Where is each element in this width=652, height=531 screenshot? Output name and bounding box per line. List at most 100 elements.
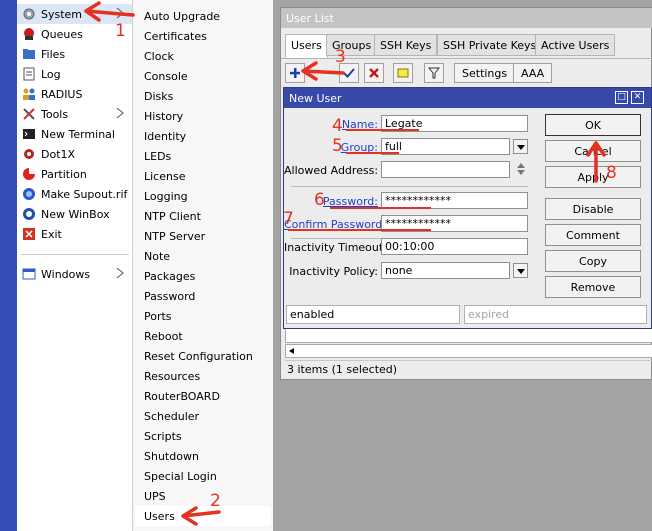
submenu-item-ntp-server[interactable]: NTP Server <box>135 226 271 246</box>
submenu-item-auto-upgrade[interactable]: Auto Upgrade <box>135 6 271 26</box>
tab-ssh-private-keys[interactable]: SSH Private Keys <box>437 34 543 56</box>
tab-groups[interactable]: Groups <box>326 34 378 56</box>
settings-button[interactable]: Settings <box>454 63 516 83</box>
submenu-item-ups[interactable]: UPS <box>135 486 271 506</box>
new-user-title[interactable]: New User <box>284 88 651 108</box>
submenu-item-shutdown[interactable]: Shutdown <box>135 446 271 466</box>
add-button[interactable] <box>285 63 305 83</box>
submenu-arrow-icon <box>116 267 124 279</box>
submenu-item-special-login[interactable]: Special Login <box>135 466 271 486</box>
window-icon <box>22 267 36 281</box>
submenu-item-ntp-client[interactable]: NTP Client <box>135 206 271 226</box>
ok-button[interactable]: OK <box>545 114 641 136</box>
submenu-item-routerboard[interactable]: RouterBOARD <box>135 386 271 406</box>
log-icon <box>22 67 36 81</box>
remove-button[interactable]: Remove <box>545 276 641 298</box>
submenu-item-identity[interactable]: Identity <box>135 126 271 146</box>
menu-separator <box>21 254 129 255</box>
add-remove-arrows-icon[interactable] <box>516 162 526 176</box>
copy-button[interactable]: Copy <box>545 250 641 272</box>
inactivity-policy-label: Inactivity Policy: <box>289 265 378 278</box>
menu-item-windows[interactable]: Windows <box>17 264 132 284</box>
supout-icon <box>22 187 36 201</box>
folder-icon <box>22 47 36 61</box>
user-list-status: 3 items (1 selected) <box>285 360 652 377</box>
submenu-item-leds[interactable]: LEDs <box>135 146 271 166</box>
submenu-item-clock[interactable]: Clock <box>135 46 271 66</box>
annotation-step-6: 6 <box>314 190 325 210</box>
menu-item-radius[interactable]: RADIUS <box>17 84 132 104</box>
horizontal-scrollbar[interactable] <box>285 344 652 358</box>
users-icon <box>22 87 36 101</box>
system-submenu: Auto Upgrade Certificates Clock Console … <box>132 0 273 531</box>
submenu-item-packages[interactable]: Packages <box>135 266 271 286</box>
plus-icon <box>290 68 300 78</box>
menu-item-new-winbox[interactable]: New WinBox <box>17 204 132 224</box>
note-icon <box>397 68 409 78</box>
menu-item-tools[interactable]: Tools <box>17 104 132 124</box>
main-menu: System Queues Files Log RADIUS Tools New… <box>17 0 132 531</box>
menu-item-new-terminal[interactable]: New Terminal <box>17 124 132 144</box>
submenu-item-disks[interactable]: Disks <box>135 86 271 106</box>
submenu-item-ports[interactable]: Ports <box>135 306 271 326</box>
comment-button[interactable] <box>393 63 413 83</box>
submenu-item-license[interactable]: License <box>135 166 271 186</box>
gear-icon <box>22 7 36 21</box>
allowed-address-label: Allowed Address: <box>284 164 379 177</box>
filter-icon <box>428 67 440 79</box>
group-dropdown-button[interactable] <box>513 139 528 154</box>
annotation-step-8: 8 <box>606 163 617 183</box>
filter-button[interactable] <box>424 63 444 83</box>
inactivity-policy-select[interactable]: none <box>381 262 510 279</box>
inactivity-timeout-label: Inactivity Timeout: <box>284 241 387 254</box>
submenu-item-reset-configuration[interactable]: Reset Configuration <box>135 346 271 366</box>
submenu-item-console[interactable]: Console <box>135 66 271 86</box>
submenu-item-logging[interactable]: Logging <box>135 186 271 206</box>
allowed-address-field[interactable] <box>381 161 510 178</box>
status-expired: expired <box>464 305 647 324</box>
scroll-left-icon[interactable] <box>289 348 294 354</box>
annotation-step-1: 1 <box>115 21 126 41</box>
exit-icon <box>22 227 36 241</box>
menu-item-log[interactable]: Log <box>17 64 132 84</box>
annotation-underline <box>330 207 431 209</box>
close-icon[interactable]: ✕ <box>631 91 644 104</box>
maximize-icon[interactable]: □ <box>615 91 628 104</box>
aaa-button[interactable]: AAA <box>513 63 553 83</box>
partition-icon <box>22 167 36 181</box>
annotation-step-2: 2 <box>210 491 221 511</box>
tab-active-users[interactable]: Active Users <box>535 34 616 56</box>
apply-button[interactable]: Apply <box>545 166 641 188</box>
status-enabled: enabled <box>286 305 460 324</box>
annotation-underline <box>288 229 431 231</box>
annotation-step-4: 4 <box>332 116 343 136</box>
menu-item-files[interactable]: Files <box>17 44 132 64</box>
menu-item-exit[interactable]: Exit <box>17 224 132 244</box>
submenu-item-password[interactable]: Password <box>135 286 271 306</box>
disable-user-button[interactable]: Disable <box>545 198 641 220</box>
submenu-item-note[interactable]: Note <box>135 246 271 266</box>
submenu-arrow-icon <box>116 7 124 19</box>
menu-item-dot1x[interactable]: Dot1X <box>17 144 132 164</box>
tab-users[interactable]: Users <box>285 34 328 58</box>
submenu-item-resources[interactable]: Resources <box>135 366 271 386</box>
submenu-item-scripts[interactable]: Scripts <box>135 426 271 446</box>
tab-ssh-keys[interactable]: SSH Keys <box>374 34 438 56</box>
cancel-button[interactable]: Cancel <box>545 140 641 162</box>
queues-icon <box>22 27 36 41</box>
disable-button[interactable] <box>364 63 384 83</box>
user-list-title[interactable]: User List <box>281 8 652 28</box>
inactivity-policy-dropdown-button[interactable] <box>513 263 528 278</box>
submenu-item-scheduler[interactable]: Scheduler <box>135 406 271 426</box>
submenu-item-certificates[interactable]: Certificates <box>135 26 271 46</box>
submenu-item-reboot[interactable]: Reboot <box>135 326 271 346</box>
inactivity-timeout-field[interactable]: 00:10:00 <box>381 238 528 255</box>
chevron-down-icon <box>517 269 525 274</box>
annotation-step-3: 3 <box>335 47 346 67</box>
submenu-item-users[interactable]: Users <box>135 506 271 526</box>
submenu-item-history[interactable]: History <box>135 106 271 126</box>
group-select[interactable]: full <box>381 138 510 155</box>
menu-item-partition[interactable]: Partition <box>17 164 132 184</box>
menu-item-make-supout[interactable]: Make Supout.rif <box>17 184 132 204</box>
comment-user-button[interactable]: Comment <box>545 224 641 246</box>
